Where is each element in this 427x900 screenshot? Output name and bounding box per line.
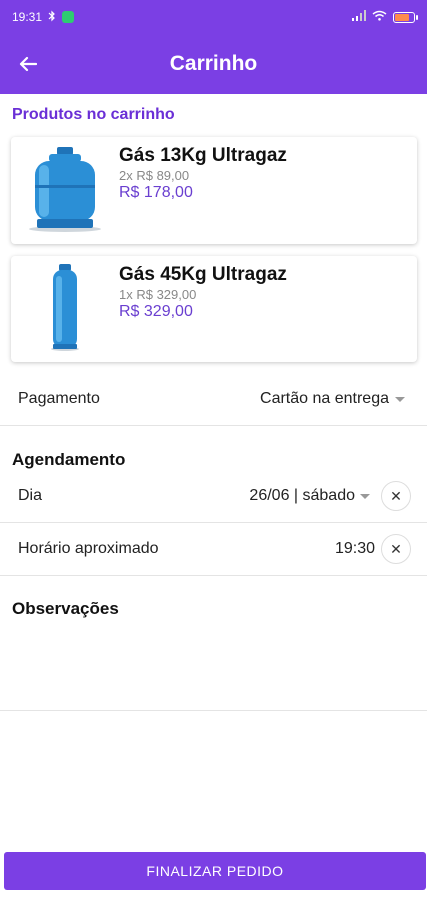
time-row[interactable]: Horário aproximado 19:30 ✕ [0, 531, 427, 567]
product-name: Gás 45Kg Ultragaz [119, 264, 287, 285]
bluetooth-icon [48, 10, 56, 25]
schedule-heading: Agendamento [12, 450, 126, 469]
product-name: Gás 13Kg Ultragaz [119, 145, 287, 166]
divider [0, 575, 427, 576]
divider [0, 425, 427, 426]
clear-time-button[interactable]: ✕ [381, 534, 411, 564]
product-total: R$ 178,00 [119, 184, 193, 201]
dropdown-caret-icon [360, 494, 370, 499]
app-bar: Carrinho [0, 34, 427, 94]
status-time: 19:31 [12, 10, 43, 24]
day-row[interactable]: Dia 26/06 | sábado ✕ [0, 478, 427, 514]
battery-icon [393, 11, 418, 23]
notes-heading: Observações [12, 599, 119, 618]
gas-cylinder-45kg-image [25, 264, 105, 352]
signal-icon [352, 10, 366, 24]
product-qty-price: 2x R$ 89,00 [119, 168, 190, 183]
close-icon: ✕ [390, 540, 402, 557]
day-label: Dia [18, 487, 43, 504]
product-total: R$ 329,00 [119, 303, 193, 320]
payment-label: Pagamento [18, 390, 100, 407]
day-value[interactable]: 26/06 | sábado [249, 487, 355, 505]
gas-cylinder-13kg-image [25, 145, 105, 233]
arrow-left-icon [19, 56, 37, 72]
close-icon: ✕ [390, 487, 402, 504]
clear-day-button[interactable]: ✕ [381, 481, 411, 511]
finalize-order-button[interactable]: FINALIZAR PEDIDO [4, 852, 426, 890]
products-section-title: Produtos no carrinho [12, 106, 175, 123]
divider [0, 522, 427, 523]
time-value[interactable]: 19:30 [335, 540, 375, 558]
product-qty-price: 1x R$ 329,00 [119, 287, 197, 302]
notes-input[interactable] [0, 625, 427, 709]
wifi-icon [372, 10, 387, 24]
status-bar: 19:31 [0, 0, 427, 34]
payment-row[interactable]: Pagamento Cartão na entrega [0, 380, 427, 418]
payment-value[interactable]: Cartão na entrega [260, 390, 389, 408]
back-button[interactable] [10, 46, 46, 82]
divider [0, 710, 427, 711]
page-title: Carrinho [169, 52, 258, 75]
product-card[interactable]: Gás 45Kg Ultragaz 1x R$ 329,00 R$ 329,00 [11, 256, 417, 362]
dropdown-caret-icon [395, 397, 405, 402]
time-label: Horário aproximado [18, 540, 159, 557]
product-card[interactable]: Gás 13Kg Ultragaz 2x R$ 89,00 R$ 178,00 [11, 137, 417, 244]
whatsapp-icon [62, 11, 75, 23]
